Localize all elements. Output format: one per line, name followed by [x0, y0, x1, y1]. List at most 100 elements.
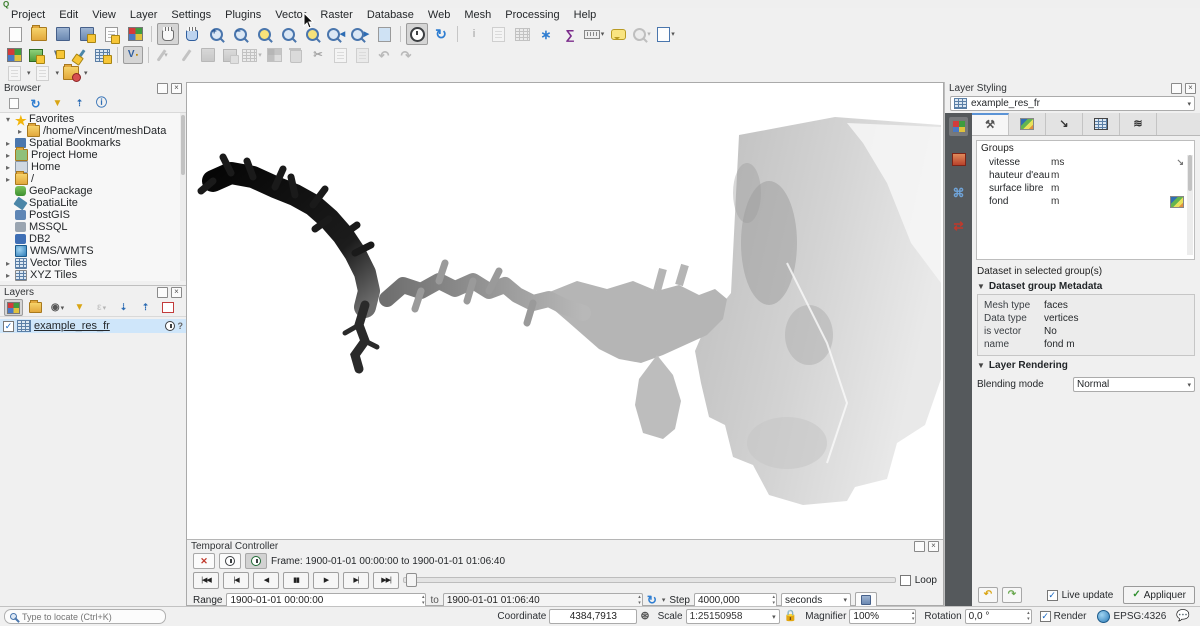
- subtab-rendering[interactable]: [1083, 113, 1120, 135]
- temporal-fixed-range-button[interactable]: [219, 553, 241, 569]
- group-row-surface-libre[interactable]: surface librem: [977, 182, 1194, 195]
- menu-help[interactable]: Help: [567, 8, 604, 22]
- pause-button[interactable]: ▮▮: [283, 572, 309, 589]
- new-map-view-button[interactable]: [373, 23, 395, 45]
- browser-close-icon[interactable]: ×: [171, 83, 182, 94]
- add-mesh-layer-button[interactable]: [92, 46, 112, 64]
- zoom-next-button[interactable]: ▶: [349, 23, 371, 45]
- delete-selected-button[interactable]: [286, 46, 306, 64]
- temporal-off-button[interactable]: ✕: [193, 553, 215, 569]
- browser-item-root-folder[interactable]: ▸/: [0, 173, 186, 185]
- timeline-slider-handle[interactable]: [406, 573, 417, 587]
- skip-to-start-button[interactable]: |◀◀: [193, 572, 219, 589]
- map-tips-button[interactable]: [607, 23, 629, 45]
- menu-view[interactable]: View: [85, 8, 123, 22]
- select-features-by-area-button[interactable]: [4, 64, 24, 82]
- redo-button[interactable]: ↷: [396, 46, 416, 64]
- layers-undock-icon[interactable]: [157, 287, 168, 298]
- data-source-manager-button[interactable]: [4, 46, 24, 64]
- group-row-fond[interactable]: fondm: [977, 195, 1194, 208]
- undo-button[interactable]: ↶: [374, 46, 394, 64]
- styling-close-icon[interactable]: ×: [1185, 83, 1196, 94]
- menu-project[interactable]: Project: [4, 8, 52, 22]
- locator-input[interactable]: [20, 611, 144, 623]
- save-project-button[interactable]: [52, 23, 74, 45]
- paste-features-button[interactable]: [352, 46, 372, 64]
- play-forward-button[interactable]: ▶: [313, 572, 339, 589]
- browser-item-meshdata-folder[interactable]: ▸/home/Vincent/meshData: [0, 125, 186, 137]
- select-features-button[interactable]: [487, 23, 509, 45]
- browser-undock-icon[interactable]: [157, 83, 168, 94]
- subtab-averaging[interactable]: ≋: [1120, 113, 1157, 135]
- show-layout-manager-button[interactable]: ▾: [655, 23, 677, 45]
- browser-item-postgis[interactable]: PostGIS: [0, 209, 186, 221]
- new-virtual-layer-button[interactable]: V▪: [123, 46, 143, 64]
- browser-item-vector-tiles[interactable]: ▸Vector Tiles: [0, 257, 186, 269]
- map-canvas[interactable]: Temporal Controller × ✕ Frame: 1900-01-0…: [186, 82, 944, 606]
- zoom-out-button[interactable]: −: [229, 23, 251, 45]
- zoom-last-button[interactable]: ◀: [325, 23, 347, 45]
- step-forward-button[interactable]: ▶|: [343, 572, 369, 589]
- temporal-undock-icon[interactable]: [914, 541, 925, 552]
- skip-to-end-button[interactable]: ▶▶|: [373, 572, 399, 589]
- refresh-map-button[interactable]: ↻: [430, 23, 452, 45]
- browser-item-xyz-tiles[interactable]: ▸XYZ Tiles: [0, 269, 186, 281]
- undo-style-button[interactable]: ↶: [978, 587, 998, 603]
- current-edits-button[interactable]: ▾: [154, 46, 174, 64]
- zoom-full-button[interactable]: [253, 23, 275, 45]
- open-layer-styling-button[interactable]: [4, 299, 23, 316]
- new-print-layout-button[interactable]: [100, 23, 122, 45]
- magnifier-input[interactable]: 100%: [849, 609, 916, 624]
- menu-mesh[interactable]: Mesh: [457, 8, 498, 22]
- expand-all-button[interactable]: ⇣: [114, 299, 133, 316]
- remove-layer-button[interactable]: [158, 299, 177, 316]
- blending-mode-select[interactable]: Normal▾: [1073, 377, 1195, 392]
- menu-web[interactable]: Web: [421, 8, 457, 22]
- metadata-section-header[interactable]: ▼Dataset group Metadata: [977, 281, 1200, 292]
- add-group-button[interactable]: [26, 299, 45, 316]
- timeline-slider[interactable]: [403, 577, 896, 583]
- subtab-settings[interactable]: ⚒: [972, 113, 1009, 135]
- live-update-checkbox[interactable]: ✓: [1047, 590, 1058, 601]
- freeze-canvas-button[interactable]: ∗: [535, 23, 557, 45]
- select-by-expression-button[interactable]: [61, 64, 81, 82]
- locator-search[interactable]: [4, 609, 166, 624]
- rotation-input[interactable]: 0,0 °: [965, 609, 1032, 624]
- add-data-button[interactable]: [26, 46, 46, 64]
- refresh-range-icon[interactable]: ↻: [647, 594, 657, 606]
- cut-features-button[interactable]: ✂: [308, 46, 328, 64]
- collapse-all-layers-button[interactable]: ⇡: [136, 299, 155, 316]
- tab-history[interactable]: ⇄: [949, 216, 968, 235]
- group-row-vitesse[interactable]: vitessems ↘: [977, 156, 1194, 169]
- new-shapefile-layer-button[interactable]: V: [48, 46, 68, 64]
- save-layer-edits-button[interactable]: [198, 46, 218, 64]
- layers-close-icon[interactable]: ×: [171, 287, 182, 298]
- refresh-browser-button[interactable]: ↻: [26, 95, 45, 112]
- pan-map-button[interactable]: [157, 23, 179, 45]
- vector-dataset-icon[interactable]: ↘: [1176, 158, 1184, 167]
- play-backward-button[interactable]: ◀: [253, 572, 279, 589]
- menu-processing[interactable]: Processing: [498, 8, 566, 22]
- digitize-with-segment-button[interactable]: [220, 46, 240, 64]
- toggle-editing-button[interactable]: [176, 46, 196, 64]
- styling-undock-icon[interactable]: [1171, 83, 1182, 94]
- browser-item-mssql[interactable]: MSSQL: [0, 221, 186, 233]
- new-project-button[interactable]: [4, 23, 26, 45]
- collapse-all-button[interactable]: ⇡: [70, 95, 89, 112]
- crs-globe-icon[interactable]: [1097, 610, 1110, 623]
- add-selected-layers-button[interactable]: [4, 95, 23, 112]
- vertex-tool-button[interactable]: ▾: [242, 46, 262, 64]
- filter-browser-button[interactable]: ▼: [48, 95, 67, 112]
- open-attribute-table-button[interactable]: [511, 23, 533, 45]
- new-spatialite-layer-button[interactable]: [70, 46, 90, 64]
- apply-button[interactable]: ✓ Appliquer: [1123, 586, 1195, 604]
- crs-status[interactable]: EPSG:4326: [1113, 611, 1166, 622]
- browser-item-spatialite[interactable]: SpatiaLite: [0, 197, 186, 209]
- menu-plugins[interactable]: Plugins: [218, 8, 268, 22]
- tab-3d-view[interactable]: [949, 150, 968, 169]
- modify-attributes-button[interactable]: [264, 46, 284, 64]
- open-project-button[interactable]: [28, 23, 50, 45]
- layer-rendering-header[interactable]: ▼Layer Rendering: [977, 360, 1200, 371]
- coordinate-input[interactable]: 4384,7913: [549, 609, 637, 624]
- manage-map-themes-button[interactable]: ◉▾: [48, 299, 67, 316]
